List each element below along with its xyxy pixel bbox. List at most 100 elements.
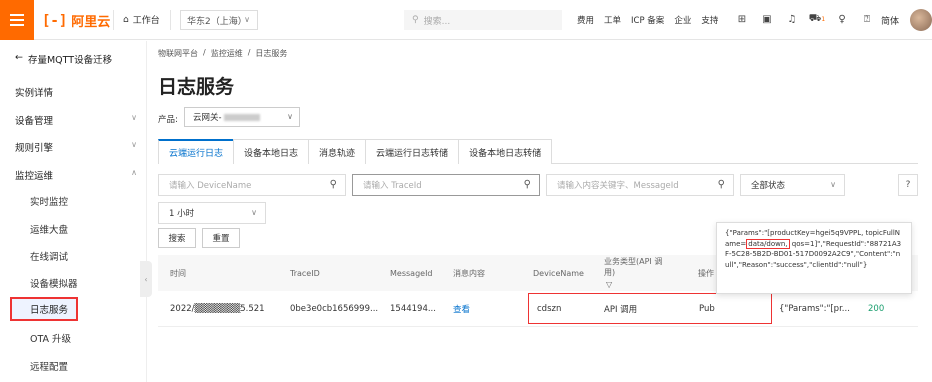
- sidebar-item-instance-detail[interactable]: 实例详情: [15, 85, 141, 99]
- search-icon[interactable]: ⚲: [718, 179, 725, 190]
- time-value: 1 小时: [169, 209, 195, 219]
- chevron-down-icon: ∨: [131, 140, 137, 149]
- view-link[interactable]: 查看: [453, 291, 470, 327]
- divider: [113, 10, 114, 30]
- device-name-input[interactable]: 请输入 DeviceName ⚲: [158, 174, 346, 196]
- sidebar-item-label: 日志服务: [30, 305, 69, 316]
- col-message-id: MessageId: [390, 268, 433, 278]
- nav-fees[interactable]: 费用: [577, 14, 594, 26]
- sidebar-item-device-management[interactable]: 设备管理 ∨: [15, 113, 141, 127]
- highlight-box: [528, 293, 772, 324]
- nav-tickets[interactable]: 工单: [604, 14, 621, 26]
- tab-device-log-dump[interactable]: 设备本地日志转储: [458, 139, 553, 164]
- aliyun-logo[interactable]: [-] 阿里云: [42, 11, 111, 31]
- workbench-link[interactable]: ⌂ 工作台: [123, 13, 160, 27]
- col-time: 时间: [170, 268, 186, 278]
- tab-message-trace[interactable]: 消息轨迹: [308, 139, 367, 164]
- col-device-name: DeviceName: [533, 268, 584, 278]
- terminal-icon[interactable]: ▣: [758, 10, 776, 28]
- bell-icon[interactable]: ♫: [783, 10, 801, 28]
- sidebar-item-device-simulator[interactable]: 设备模拟器: [30, 276, 78, 290]
- trace-id-placeholder: 请输入 TraceId: [363, 181, 422, 191]
- product-value: 云网关-: [193, 113, 222, 123]
- status-value: 全部状态: [751, 181, 786, 191]
- nav-enterprise[interactable]: 企业: [674, 14, 691, 26]
- chevron-down-icon: ∨: [244, 15, 250, 24]
- cell-message-id: 1544194...: [390, 304, 436, 314]
- col-biz-type-label: 业务类型(API 调用): [604, 256, 663, 277]
- search-icon[interactable]: ⚲: [524, 179, 531, 190]
- col-biz-type: 业务类型(API 调用) ▽: [604, 255, 672, 291]
- page-title: 日志服务: [158, 76, 235, 98]
- workbench-label: 工作台: [132, 16, 160, 26]
- tab-cloud-log[interactable]: 云端运行日志: [158, 139, 235, 164]
- help-button[interactable]: ?: [898, 174, 918, 196]
- divider: [170, 10, 171, 30]
- cell-params: {"Params":"[pr...: [779, 304, 850, 314]
- breadcrumb: 物联网平台 / 监控运维 / 日志服务: [158, 48, 287, 59]
- logo-text: 阿里云: [71, 15, 111, 30]
- sidebar-item-online-debug[interactable]: 在线调试: [30, 249, 68, 263]
- cloud-shell-icon[interactable]: ⊞: [733, 10, 751, 28]
- tooltip-highlight: data/down,: [746, 238, 790, 249]
- device-name-placeholder: 请输入 DeviceName: [169, 181, 252, 191]
- time-range-select[interactable]: 1 小时 ∨: [158, 202, 266, 224]
- chevron-up-icon: ∧: [131, 168, 137, 177]
- menu-button[interactable]: [0, 0, 34, 40]
- cell-trace-id: 0be3e0cb1656999...: [290, 304, 379, 314]
- cart-icon[interactable]: ⛟ 1: [808, 10, 826, 28]
- nav-support[interactable]: 支持: [701, 14, 718, 26]
- cart-badge: 1: [821, 15, 826, 23]
- sidebar-item-remote-config[interactable]: 远程配置: [30, 359, 68, 373]
- redacted-blur: [223, 113, 260, 121]
- region-select[interactable]: 华东2（上海） ∨: [180, 10, 258, 30]
- search-input[interactable]: ⚲ 搜索...: [404, 10, 562, 30]
- cell-code: 200: [868, 304, 885, 314]
- sidebar-collapse-toggle[interactable]: ‹: [140, 261, 152, 297]
- sidebar-item-log-service[interactable]: 日志服务: [10, 297, 78, 321]
- search-icon[interactable]: ⚲: [330, 179, 337, 190]
- params-tooltip: {"Params":"[productKey=hgei5q9VPPL, topi…: [716, 222, 912, 294]
- trace-id-input[interactable]: 请输入 TraceId ⚲: [352, 174, 540, 196]
- sidebar: ← 存量MQTT设备迁移 实例详情 设备管理 ∨ 规则引擎 ∨ 监控运维 ∧ 实…: [0, 41, 147, 382]
- sidebar-item-label: 实例详情: [15, 88, 54, 99]
- sidebar-item-rule-engine[interactable]: 规则引擎 ∨: [15, 140, 141, 154]
- message-placeholder: 请输入内容关键字、MessageId: [557, 181, 679, 191]
- filter-icon[interactable]: ▽: [606, 279, 612, 290]
- log-tabs: 云端运行日志 设备本地日志 消息轨迹 云端运行日志转储 设备本地日志转储: [158, 139, 918, 164]
- sidebar-item-ops-dashboard[interactable]: 运维大盘: [30, 222, 68, 236]
- back-link[interactable]: ← 存量MQTT设备迁移: [15, 52, 112, 66]
- home-icon: ⌂: [123, 14, 129, 25]
- chevron-down-icon: ∨: [131, 113, 137, 122]
- message-keyword-input[interactable]: 请输入内容关键字、MessageId ⚲: [546, 174, 734, 196]
- status-select[interactable]: 全部状态 ∨: [740, 174, 845, 196]
- product-select[interactable]: 云网关- ∨: [184, 107, 300, 127]
- sidebar-item-label: 规则引擎: [15, 143, 54, 154]
- help-icon[interactable]: ⍰: [858, 10, 876, 28]
- col-trace-id: TraceID: [290, 268, 320, 278]
- top-bar: [-] 阿里云 ⌂ 工作台 华东2（上海） ∨ ⚲ 搜索... 费用 工单 IC…: [0, 0, 932, 40]
- back-label: 存量MQTT设备迁移: [27, 55, 113, 66]
- arrow-left-icon: ←: [15, 52, 23, 63]
- breadcrumb-ops[interactable]: 监控运维: [211, 48, 243, 59]
- product-label: 产品:: [158, 115, 178, 125]
- col-content: 消息内容: [453, 268, 485, 278]
- language-switch[interactable]: 简体: [881, 14, 899, 27]
- breadcrumb-current: 日志服务: [255, 49, 288, 58]
- sidebar-item-realtime-monitor[interactable]: 实时监控: [30, 194, 68, 208]
- search-button[interactable]: 搜索: [158, 228, 196, 248]
- tab-device-log[interactable]: 设备本地日志: [233, 139, 310, 164]
- chevron-down-icon: ∨: [830, 180, 836, 189]
- col-op: 操作: [698, 268, 714, 278]
- tab-cloud-log-dump[interactable]: 云端运行日志转储: [365, 139, 460, 164]
- breadcrumb-sep: /: [203, 48, 206, 57]
- breadcrumb-iot[interactable]: 物联网平台: [158, 48, 198, 59]
- avatar[interactable]: [910, 9, 932, 31]
- sidebar-item-ops[interactable]: 监控运维 ∧: [15, 168, 141, 182]
- sidebar-item-ota[interactable]: OTA 升级: [30, 331, 71, 345]
- lightbulb-icon[interactable]: ♀: [833, 10, 851, 28]
- reset-button[interactable]: 重置: [202, 228, 240, 248]
- nav-icp[interactable]: ICP 备案: [631, 14, 664, 26]
- chevron-down-icon: ∨: [287, 112, 293, 121]
- chevron-down-icon: ∨: [251, 208, 257, 217]
